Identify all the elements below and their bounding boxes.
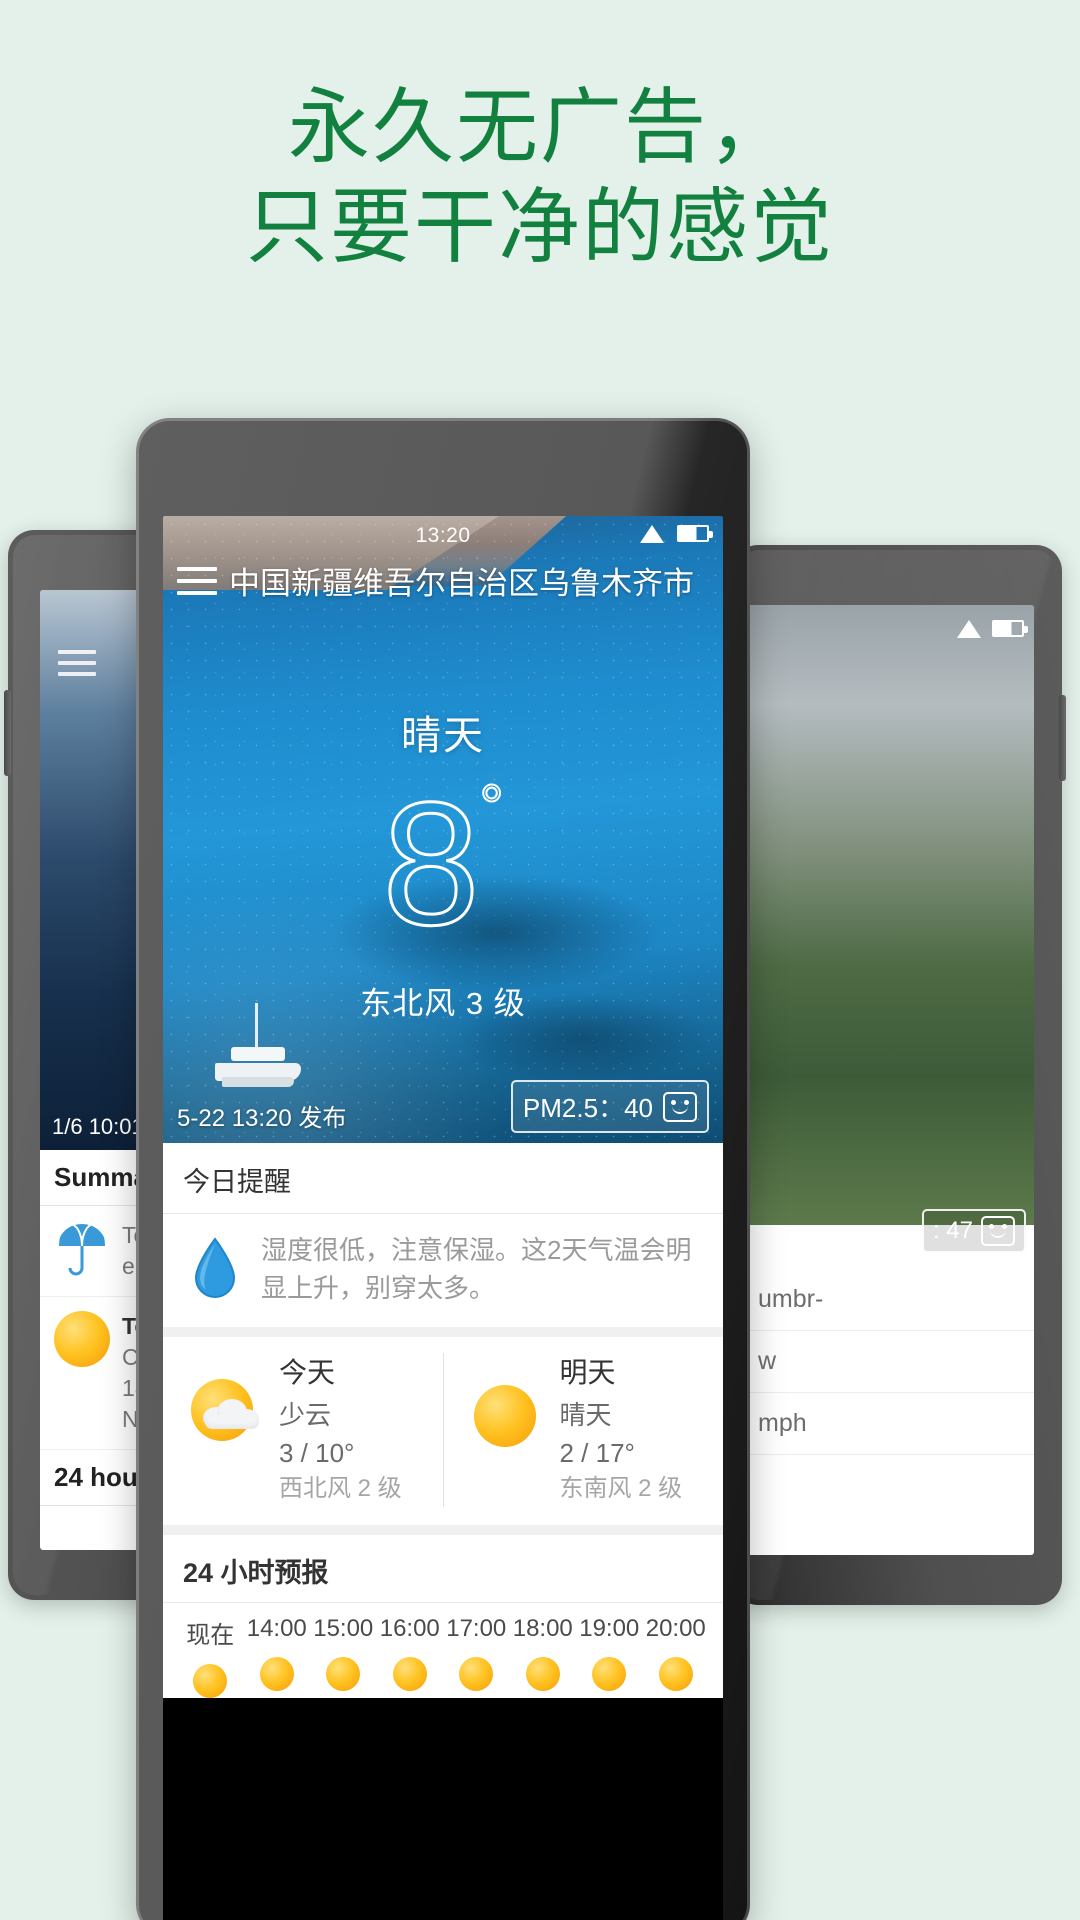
water-drop-icon bbox=[189, 1236, 241, 1302]
hamburger-menu-icon[interactable] bbox=[177, 566, 217, 595]
forecast-day-temp: 2 / 17° bbox=[559, 1437, 635, 1468]
sun-icon bbox=[592, 1657, 627, 1692]
hour-item[interactable]: 16:00 bbox=[377, 1615, 444, 1698]
battery-icon bbox=[677, 525, 713, 542]
forecast-day-temp: 3 / 10° bbox=[279, 1437, 355, 1468]
sun-icon bbox=[326, 1657, 361, 1692]
right-status-icons bbox=[957, 619, 1028, 638]
sun-icon bbox=[259, 1657, 294, 1692]
battery-icon bbox=[992, 620, 1028, 637]
today-tip-row[interactable]: 湿度很低，注意保湿。这2天气温会明显上升，别穿太多。 bbox=[163, 1214, 723, 1327]
right-aqi-badge[interactable]: : 47 bbox=[921, 1209, 1026, 1253]
forecast-day-today[interactable]: 今天 少云 3 / 10° 西北风 2 级 bbox=[163, 1353, 443, 1507]
sun-icon bbox=[658, 1657, 693, 1692]
hourly-forecast-row[interactable]: 现在 14:00 15:00 16:00 17:00 18:00 19:00 2… bbox=[163, 1603, 723, 1699]
forecast-day-name: 今天 bbox=[279, 1357, 336, 1389]
right-phone-side-button bbox=[1059, 695, 1066, 781]
sun-icon bbox=[193, 1664, 228, 1699]
forecast-day-wind: 东南风 2 级 bbox=[559, 1475, 683, 1503]
current-condition: 晴天 bbox=[401, 714, 485, 758]
hour-item[interactable]: 20:00 bbox=[643, 1615, 710, 1698]
right-line-2: w bbox=[744, 1331, 1034, 1393]
sun-icon bbox=[525, 1657, 560, 1692]
hour-label: 15:00 bbox=[313, 1615, 374, 1643]
status-time: 13:20 bbox=[415, 524, 471, 547]
hour-item[interactable]: 14:00 bbox=[244, 1615, 311, 1698]
sun-icon bbox=[392, 1657, 427, 1692]
content-sheet: 今日提醒 湿度很低，注意保湿。这2天气温会明显上升，别穿太多。 今天 少云 3 … bbox=[163, 1143, 724, 1699]
forecast-day-condition: 少云 bbox=[279, 1399, 332, 1430]
left-hamburger-menu-icon[interactable] bbox=[58, 650, 96, 683]
current-wind: 东北风 3 级 bbox=[360, 986, 526, 1021]
center-phone-screen: 13:20 中国新疆维吾尔自治区乌鲁木齐市 晴天 8° 东北风 3 级 5-22… bbox=[163, 516, 723, 1920]
weather-hero: 13:20 中国新疆维吾尔自治区乌鲁木齐市 晴天 8° 东北风 3 级 5-22… bbox=[163, 516, 723, 1143]
hour-item[interactable]: 15:00 bbox=[310, 1615, 377, 1698]
hour-label: 16:00 bbox=[379, 1615, 440, 1643]
sun-behind-cloud-icon bbox=[183, 1367, 265, 1449]
today-tip-title: 今日提醒 bbox=[163, 1143, 723, 1214]
current-temperature-value: 8 bbox=[381, 767, 481, 962]
current-city-label[interactable]: 中国新疆维吾尔自治区乌鲁木齐市 bbox=[229, 558, 694, 603]
hour-item[interactable]: 19:00 bbox=[576, 1615, 643, 1698]
hourly-forecast-card: 24 小时预报 现在 14:00 15:00 16:00 17:00 18:00… bbox=[163, 1535, 723, 1699]
forecast-day-condition: 晴天 bbox=[559, 1399, 612, 1430]
hour-item[interactable]: 17:00 bbox=[443, 1615, 510, 1698]
forecast-day-wind: 西北风 2 级 bbox=[279, 1475, 402, 1503]
right-line-3: mph bbox=[744, 1393, 1034, 1455]
air-quality-face-icon bbox=[981, 1216, 1015, 1246]
pm25-label: PM2.5：40 bbox=[522, 1093, 653, 1123]
hour-label: 20:00 bbox=[645, 1615, 706, 1643]
hour-label: 14:00 bbox=[246, 1615, 307, 1643]
right-aqi-value: : 47 bbox=[932, 1217, 973, 1244]
wifi-icon bbox=[640, 524, 665, 543]
hero-footer: 5-22 13:20 发布 PM2.5：40 bbox=[163, 1080, 723, 1133]
hour-item[interactable]: 现在 bbox=[177, 1615, 244, 1699]
air-quality-face-icon bbox=[663, 1091, 697, 1122]
hour-label: 现在 bbox=[186, 1622, 235, 1650]
published-time: 5-22 13:20 发布 bbox=[177, 1105, 347, 1132]
hour-label: 18:00 bbox=[512, 1615, 573, 1643]
hour-label: 19:00 bbox=[579, 1615, 640, 1643]
page-title: 永久无广告， 只要干净的感觉 bbox=[0, 78, 1080, 278]
sun-icon bbox=[54, 1311, 110, 1368]
sun-icon bbox=[459, 1657, 494, 1692]
current-weather-block: 晴天 8° 东北风 3 级 bbox=[163, 703, 723, 1023]
headline-line-2: 只要干净的感觉 bbox=[245, 182, 834, 274]
umbrella-icon bbox=[54, 1220, 110, 1276]
left-phone-side-button bbox=[4, 690, 11, 776]
forecast-day-name: 明天 bbox=[559, 1357, 616, 1389]
app-header: 中国新疆维吾尔自治区乌鲁木齐市 bbox=[163, 556, 723, 603]
forecast-day-tomorrow[interactable]: 明天 晴天 2 / 17° 东南风 2 级 bbox=[442, 1353, 724, 1508]
degree-symbol: ° bbox=[479, 773, 505, 840]
right-line-1: umbr- bbox=[744, 1269, 1034, 1331]
today-tip-text: 湿度很低，注意保湿。这2天气温会明显上升，别穿太多。 bbox=[261, 1235, 692, 1303]
center-phone-mockup: 13:20 中国新疆维吾尔自治区乌鲁木齐市 晴天 8° 东北风 3 级 5-22… bbox=[136, 418, 750, 1920]
sun-icon bbox=[464, 1367, 546, 1449]
pm25-badge[interactable]: PM2.5：40 bbox=[510, 1080, 709, 1133]
hour-label: 17:00 bbox=[446, 1615, 507, 1643]
right-phone-mockup: : 47 umbr- w mph bbox=[732, 545, 1066, 1605]
right-phone-screen: : 47 umbr- w mph bbox=[744, 605, 1034, 1555]
status-bar: 13:20 bbox=[163, 516, 723, 556]
hourly-forecast-title: 24 小时预报 bbox=[163, 1535, 723, 1604]
headline-line-1: 永久无广告， bbox=[287, 82, 792, 173]
two-day-forecast: 今天 少云 3 / 10° 西北风 2 级 明天 晴天 2 / 17° 东南风 … bbox=[163, 1337, 724, 1526]
today-tip-card: 今日提醒 湿度很低，注意保湿。这2天气温会明显上升，别穿太多。 bbox=[163, 1143, 723, 1328]
hour-item[interactable]: 18:00 bbox=[510, 1615, 577, 1698]
current-temperature: 8° bbox=[381, 776, 505, 954]
wifi-icon bbox=[957, 619, 982, 638]
status-system-icons bbox=[640, 524, 713, 543]
right-hero: : 47 bbox=[744, 605, 1034, 1253]
